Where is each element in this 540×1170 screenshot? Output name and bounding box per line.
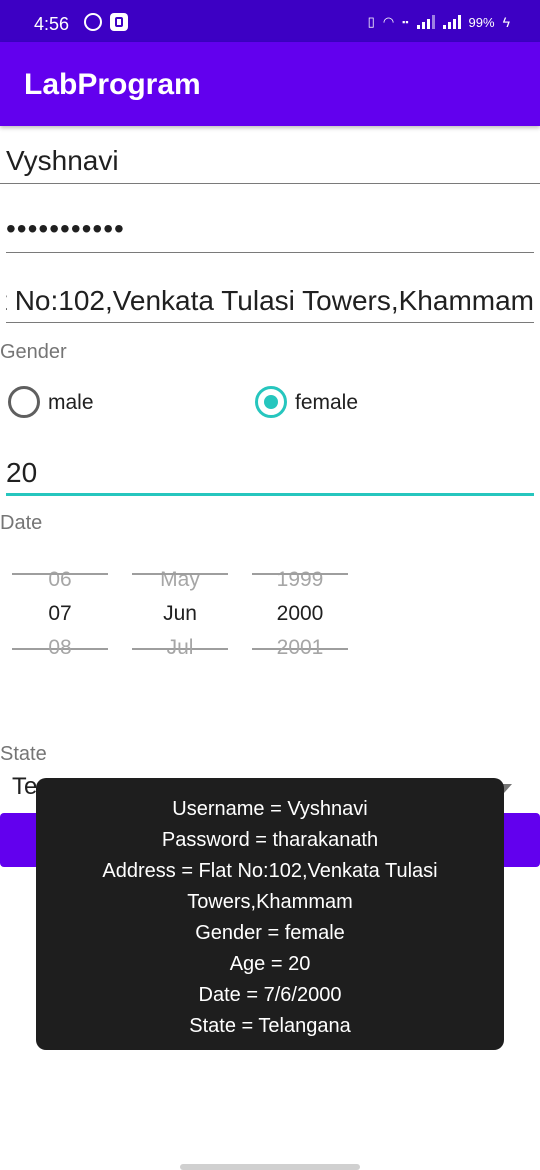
address-field[interactable]: Flat No:102,Venkata Tulasi Towers,Khamma… <box>6 285 534 321</box>
gesture-nav-bar[interactable] <box>180 1164 360 1170</box>
month-picker[interactable]: May Jun Jul <box>132 560 228 670</box>
username-field[interactable]: Vyshnavi <box>6 145 536 177</box>
month-divider-top <box>132 573 228 575</box>
whatsapp-icon <box>84 13 102 31</box>
month-prev[interactable]: May <box>132 568 228 592</box>
male-radio[interactable] <box>8 386 40 418</box>
year-next[interactable]: 2001 <box>252 636 348 660</box>
toast-line: Date = 7/6/2000 <box>198 984 342 1006</box>
male-radio-label[interactable]: male <box>48 391 94 415</box>
toast-line: Age = 20 <box>229 953 311 975</box>
year-selected[interactable]: 2000 <box>252 602 348 626</box>
state-label: State <box>0 743 47 765</box>
date-label: Date <box>0 512 43 534</box>
state-spinner-value[interactable]: Te <box>12 773 37 801</box>
battery-level: 99% <box>468 14 495 30</box>
app-title: LabProgram <box>24 68 201 101</box>
wifi-icon: ◠ <box>382 14 395 29</box>
status-bar: 4:56 ▯ ◠ ▪▪ 99% ϟ <box>0 0 540 42</box>
battery-charging-icon: ϟ <box>502 14 510 30</box>
address-text: Flat No:102,Venkata Tulasi Towers,Khamma… <box>6 285 534 316</box>
toast-line: State = Telangana <box>189 1015 351 1037</box>
female-radio[interactable] <box>255 386 287 418</box>
day-prev[interactable]: 06 <box>12 568 108 592</box>
toast-line: Gender = female <box>195 922 345 944</box>
month-selected[interactable]: Jun <box>132 602 228 626</box>
status-time: 4:56 <box>34 14 70 34</box>
toast-line: Address = Flat No:102,Venkata Tulasi <box>102 860 438 882</box>
signal-icon <box>416 15 435 29</box>
day-next[interactable]: 08 <box>12 636 108 660</box>
address-underline <box>6 322 534 323</box>
year-picker[interactable]: 1999 2000 2001 <box>252 560 348 670</box>
app-icon <box>110 13 128 31</box>
app-bar: LabProgram <box>0 42 540 126</box>
year-prev[interactable]: 1999 <box>252 568 348 592</box>
username-underline <box>0 183 540 184</box>
female-radio-label[interactable]: female <box>295 391 358 415</box>
vibrate-icon: ▯ <box>367 14 375 29</box>
signal-icon <box>442 15 461 29</box>
age-underline-focused <box>6 493 534 496</box>
day-divider-top <box>12 573 108 575</box>
day-selected[interactable]: 07 <box>12 602 108 626</box>
age-field[interactable]: 20 <box>6 457 536 489</box>
gender-label: Gender <box>0 341 67 363</box>
toast-line: Towers,Khammam <box>187 891 353 913</box>
toast-line: Password = tharakanath <box>161 829 379 851</box>
password-underline <box>6 252 534 253</box>
year-divider-top <box>252 573 348 575</box>
toast-line: Username = Vyshnavi <box>172 798 368 820</box>
result-toast: Username = Vyshnavi Password = tharakana… <box>36 778 504 1050</box>
day-picker[interactable]: 06 07 08 <box>12 560 108 670</box>
month-next[interactable]: Jul <box>132 636 228 660</box>
volte-icon: ▪▪ <box>402 16 409 27</box>
password-field[interactable]: ••••••••••• <box>6 213 536 245</box>
